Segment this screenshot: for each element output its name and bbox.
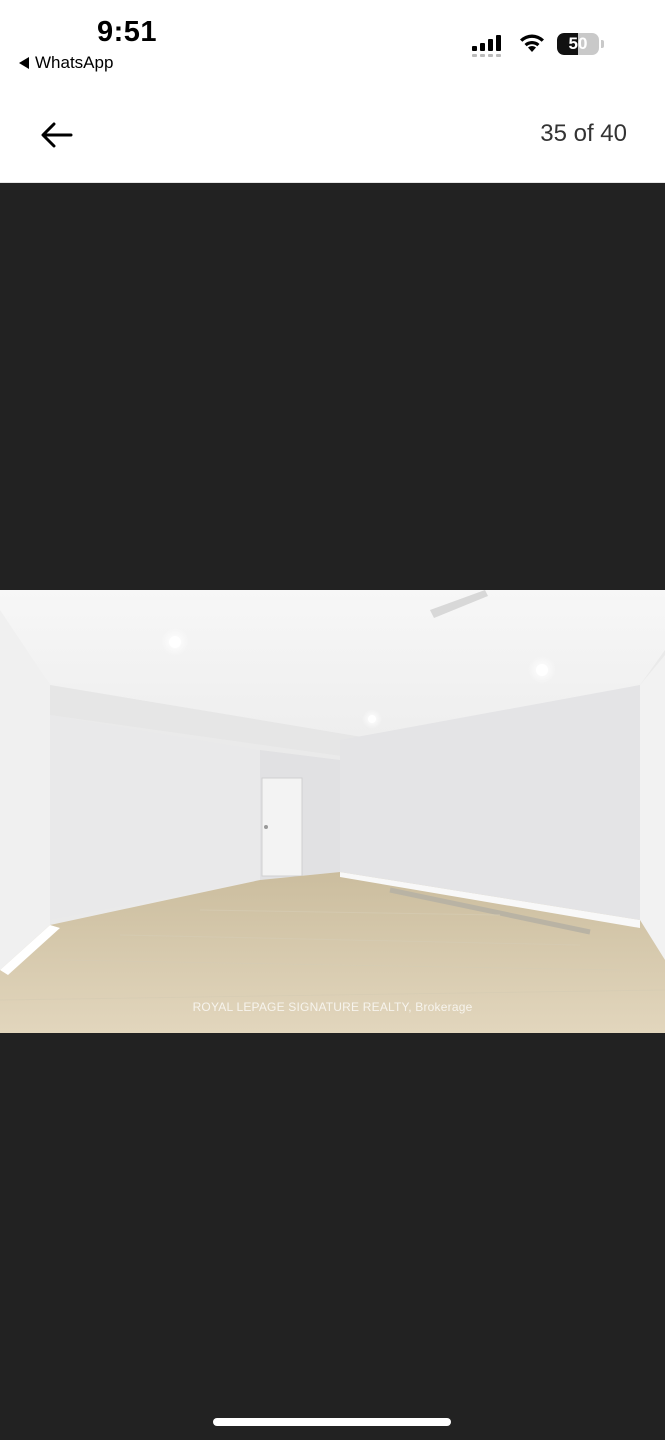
back-triangle-icon [19,57,29,69]
photo-viewer[interactable]: ROYAL LEPAGE SIGNATURE REALTY, Brokerage [0,183,665,1440]
cellular-signal-icon [472,35,501,57]
battery-nub [601,40,604,48]
status-time: 9:51 [97,16,158,48]
back-button[interactable] [34,112,80,158]
photo-watermark: ROYAL LEPAGE SIGNATURE REALTY, Brokerage [192,1000,473,1014]
back-app-label: WhatsApp [35,53,114,72]
photo-counter: 35 of 40 [540,120,627,147]
viewer-header: 35 of 40 [0,90,665,183]
listing-photo[interactable]: ROYAL LEPAGE SIGNATURE REALTY, Brokerage [0,590,665,1033]
wifi-icon [520,34,544,52]
back-arrow-icon [41,122,73,148]
battery-indicator: 50 [557,33,599,55]
battery-percent: 50 [568,34,588,53]
room-photo-image [0,590,665,1033]
home-indicator[interactable] [213,1418,451,1426]
back-to-app-link[interactable]: WhatsApp [19,53,113,73]
status-bar: 9:51 WhatsApp 50 [0,0,665,90]
